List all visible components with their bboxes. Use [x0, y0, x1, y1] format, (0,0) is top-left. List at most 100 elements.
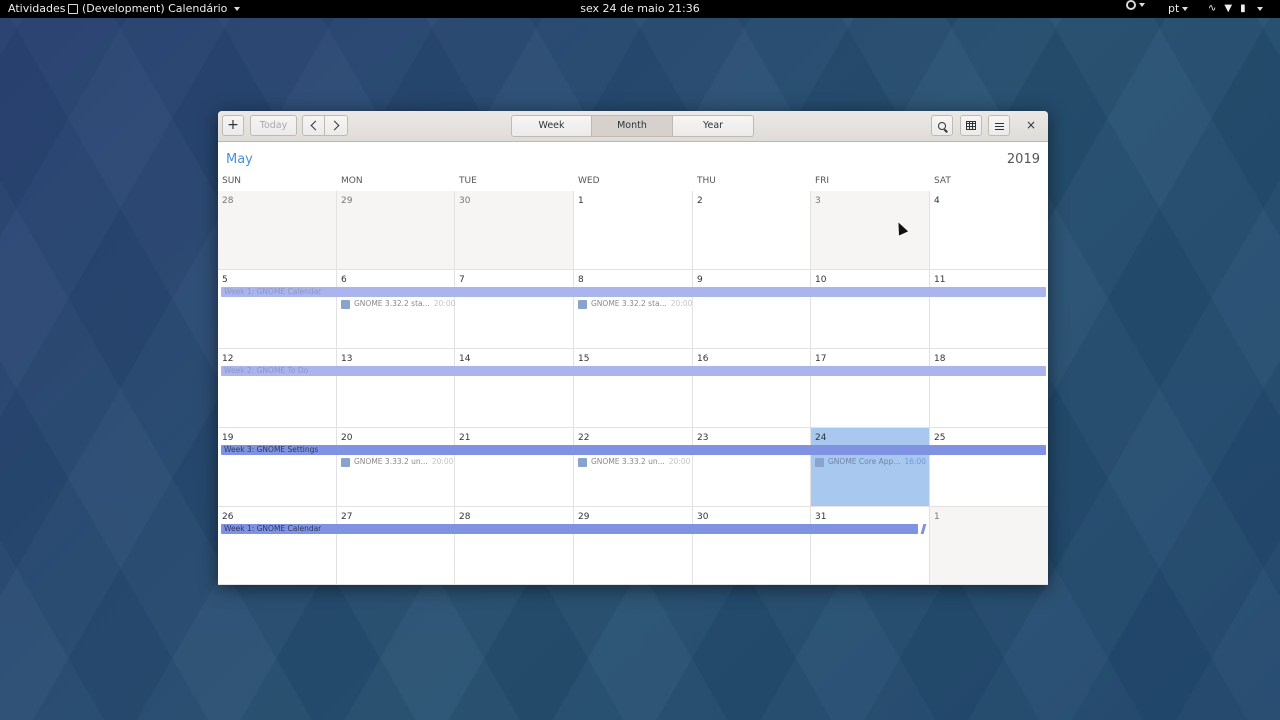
event-title: GNOME 3.32.2 sta...	[354, 299, 430, 308]
day-cell[interactable]: 1	[930, 507, 1048, 585]
day-number: 28	[459, 512, 471, 522]
weekday-label: FRI	[815, 176, 830, 186]
day-cell[interactable]: 22 GNOME 3.33.2 un... 20:00	[574, 428, 693, 507]
hamburger-menu-icon	[994, 123, 1004, 130]
weekday-label: SAT	[934, 176, 951, 186]
weekday-label: MON	[341, 176, 363, 186]
previous-button[interactable]	[302, 115, 325, 136]
day-number: 20	[341, 433, 353, 443]
day-cell[interactable]: 18	[930, 349, 1048, 428]
event-item[interactable]: GNOME 3.33.2 un... 20:00	[578, 456, 690, 468]
multiday-event-bar[interactable]: Week 1: GNOME Calendar	[221, 287, 1046, 297]
day-cell[interactable]: 21	[455, 428, 574, 507]
day-number: 17	[815, 354, 827, 364]
multiday-event-bar[interactable]: Week 2: GNOME To Do	[221, 366, 1046, 376]
day-number: 23	[697, 433, 709, 443]
day-cell[interactable]: 8 GNOME 3.32.2 sta... 20:00	[574, 270, 693, 349]
day-number: 26	[222, 512, 234, 522]
day-cell[interactable]: 2	[693, 191, 811, 270]
day-cell[interactable]: 19	[218, 428, 337, 507]
chevron-down-icon	[1256, 7, 1263, 11]
day-number: 1	[934, 512, 940, 522]
search-button[interactable]	[931, 115, 953, 136]
day-number: 24	[815, 433, 827, 443]
day-cell[interactable]: 25	[930, 428, 1048, 507]
calendars-button[interactable]	[960, 115, 982, 136]
day-cell[interactable]: 30	[693, 507, 811, 585]
day-cell[interactable]: 16	[693, 349, 811, 428]
close-button[interactable]: ×	[1020, 115, 1042, 136]
chevron-down-icon	[1139, 3, 1145, 7]
view-tab-month[interactable]: Month	[592, 115, 673, 137]
accessibility-icon: ●	[1126, 0, 1136, 10]
day-number: 10	[815, 275, 827, 285]
day-cell[interactable]: 28	[455, 507, 574, 585]
multiday-event-bar[interactable]: Week 3: GNOME Settings	[221, 445, 1046, 455]
event-item[interactable]: GNOME Core App... 16:00	[815, 456, 926, 468]
day-number: 15	[578, 354, 590, 364]
day-cell[interactable]: 31	[811, 507, 930, 585]
day-cell[interactable]: 13	[337, 349, 455, 428]
wifi-icon: ∿	[1208, 3, 1217, 14]
day-cell[interactable]: 11	[930, 270, 1048, 349]
system-menu[interactable]: ∿ ▼ ▮	[1208, 0, 1263, 18]
day-number: 18	[934, 354, 946, 364]
day-cell[interactable]: 23	[693, 428, 811, 507]
multiday-event-bar[interactable]: Week 1: GNOME Calendar	[221, 524, 918, 534]
event-item[interactable]: GNOME 3.32.2 sta... 20:00	[578, 298, 692, 310]
today-button[interactable]: Today	[250, 115, 297, 136]
day-number: 22	[578, 433, 590, 443]
day-cell[interactable]: 6 GNOME 3.32.2 sta... 20:00	[337, 270, 455, 349]
search-icon	[938, 122, 946, 130]
day-number: 6	[341, 275, 347, 285]
next-button[interactable]	[324, 115, 348, 136]
calendar-window: + Today Week Month Year × May 2019 SUN MON T…	[218, 111, 1048, 585]
day-cell[interactable]: 3	[811, 191, 930, 270]
keyboard-layout-menu[interactable]: pt	[1168, 0, 1189, 18]
day-cell[interactable]: 4	[930, 191, 1048, 270]
chevron-down-icon	[1182, 7, 1189, 11]
day-cell[interactable]: 29	[574, 507, 693, 585]
day-cell[interactable]: 26	[218, 507, 337, 585]
view-tab-year[interactable]: Year	[673, 115, 754, 137]
view-tab-week[interactable]: Week	[511, 115, 592, 137]
day-cell[interactable]: 12	[218, 349, 337, 428]
year-title: 2019	[1006, 152, 1040, 167]
view-switcher: Week Month Year	[511, 115, 754, 137]
event-title: GNOME Core App...	[828, 457, 901, 466]
day-number: 9	[697, 275, 703, 285]
event-time: 16:00	[904, 457, 927, 466]
event-item[interactable]: GNOME 3.33.2 un... 20:00	[341, 456, 453, 468]
day-cell[interactable]: 24 GNOME Core App... 16:00	[811, 428, 930, 507]
day-cell[interactable]: 17	[811, 349, 930, 428]
day-number: 2	[697, 196, 703, 206]
accessibility-menu[interactable]: ●	[1126, 0, 1145, 10]
day-number: 30	[459, 196, 471, 206]
day-cell[interactable]: 1	[574, 191, 693, 270]
day-cell[interactable]: 27	[337, 507, 455, 585]
day-number: 12	[222, 354, 234, 364]
day-number: 29	[341, 196, 353, 206]
day-cell[interactable]: 29	[337, 191, 455, 270]
event-item[interactable]: GNOME 3.32.2 sta... 20:00	[341, 298, 455, 310]
day-cell[interactable]: 10	[811, 270, 930, 349]
calendar-color-swatch	[815, 457, 824, 467]
day-cell[interactable]: 9	[693, 270, 811, 349]
day-number: 14	[459, 354, 471, 364]
day-cell[interactable]: 5	[218, 270, 337, 349]
day-number: 19	[222, 433, 234, 443]
day-cell[interactable]: 28	[218, 191, 337, 270]
day-cell[interactable]: 30	[455, 191, 574, 270]
day-cell[interactable]: 20 GNOME 3.33.2 un... 20:00	[337, 428, 455, 507]
day-number: 28	[222, 196, 234, 206]
day-cell[interactable]: 14	[455, 349, 574, 428]
event-time: 20:00	[670, 299, 693, 308]
day-number: 3	[815, 196, 821, 206]
menu-button[interactable]	[988, 115, 1010, 136]
weekday-label: SUN	[222, 176, 242, 186]
clock[interactable]: sex 24 de maio 21:36	[0, 0, 1280, 18]
day-cell[interactable]: 15	[574, 349, 693, 428]
day-cell[interactable]: 7	[455, 270, 574, 349]
day-number: 1	[578, 196, 584, 206]
add-event-button[interactable]: +	[222, 115, 244, 136]
